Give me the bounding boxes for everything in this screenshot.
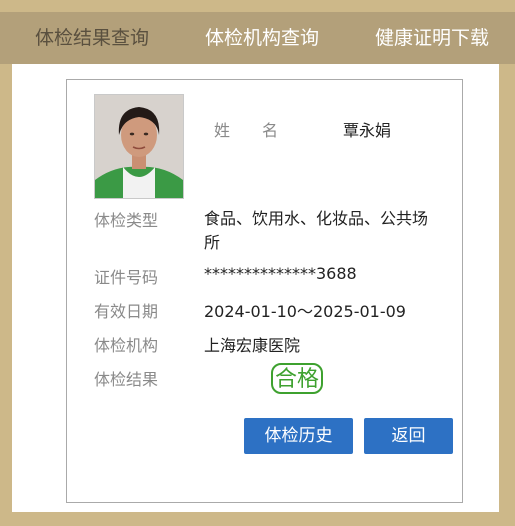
back-button[interactable]: 返回 [364, 418, 453, 454]
portrait-image [95, 95, 183, 198]
health-certificate-card: 姓 名 覃永娟 体检类型 食品、饮用水、化妆品、公共场所 证件号码 ******… [66, 79, 463, 503]
exam-type-label: 体检类型 [94, 211, 159, 230]
valid-date-value: 2024-01-10～2025-01-09 [204, 302, 406, 321]
id-number-value: **************3688 [204, 264, 357, 283]
exam-type-value: 食品、饮用水、化妆品、公共场所 [204, 209, 429, 252]
id-photo [94, 94, 184, 199]
exam-institution-value: 上海宏康医院 [204, 336, 301, 355]
content-panel: 姓 名 覃永娟 体检类型 食品、饮用水、化妆品、公共场所 证件号码 ******… [12, 64, 499, 512]
tab-exam-institution-query[interactable]: 体检机构查询 [205, 12, 319, 64]
id-number-label: 证件号码 [94, 268, 159, 287]
exam-result-label: 体检结果 [94, 370, 159, 389]
tab-exam-result-query[interactable]: 体检结果查询 [35, 12, 149, 64]
tab-health-certificate-download[interactable]: 健康证明下载 [375, 12, 489, 64]
exam-history-button[interactable]: 体检历史 [244, 418, 353, 454]
exam-institution-label: 体检机构 [94, 336, 159, 355]
name-label: 姓 名 [214, 121, 279, 140]
top-nav-bar: 体检结果查询 体检机构查询 健康证明下载 [0, 12, 515, 64]
name-value: 覃永娟 [343, 121, 392, 140]
valid-date-label: 有效日期 [94, 302, 159, 321]
qualified-stamp: 合格 [271, 363, 324, 394]
